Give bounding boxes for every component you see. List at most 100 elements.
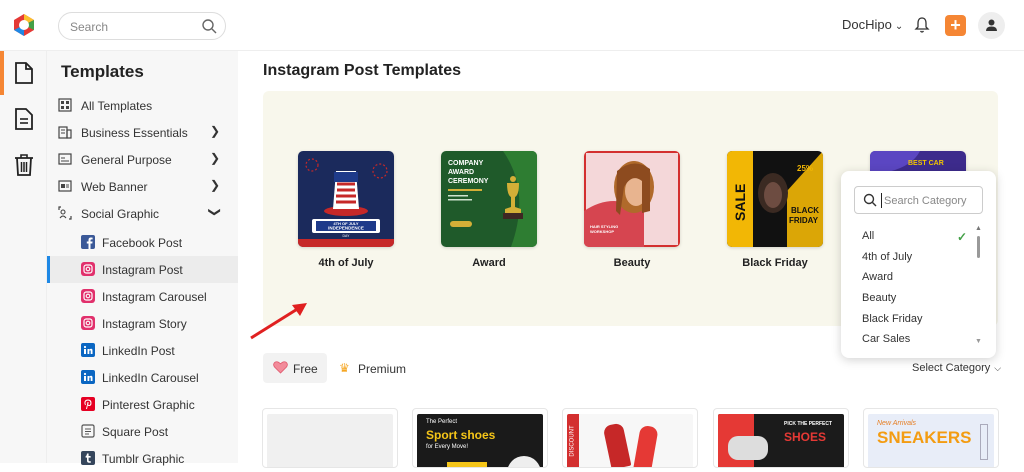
thumb-text: New Arrivals bbox=[877, 420, 917, 427]
rail-templates[interactable] bbox=[0, 51, 47, 95]
chevron-down-icon: ⌄ bbox=[894, 21, 904, 32]
category-label: Black Friday bbox=[742, 257, 808, 269]
page-title: Instagram Post Templates bbox=[263, 62, 461, 79]
category-card-4th-of-july[interactable]: 4TH OF JULY INDEPENDENCE DAY 4th of July bbox=[298, 151, 394, 269]
template-thumbnail bbox=[267, 414, 393, 467]
rail-documents[interactable] bbox=[0, 97, 47, 141]
tab-free-label: Free bbox=[293, 362, 318, 376]
tab-premium[interactable]: ♛ Premium bbox=[337, 353, 417, 383]
sidebar-item-tumblr-graphic[interactable]: Tumblr Graphic bbox=[47, 445, 238, 472]
sidebar-item-instagram-post[interactable]: Instagram Post bbox=[47, 256, 238, 283]
template-card[interactable]: DISCOUNT bbox=[562, 408, 698, 468]
user-icon bbox=[986, 19, 997, 31]
template-thumbnail: New Arrivals SNEAKERS bbox=[868, 414, 994, 467]
account-menu[interactable]: DocHipo ⌄ bbox=[842, 17, 903, 32]
linkedin-icon bbox=[81, 370, 95, 384]
search-input[interactable]: Search bbox=[70, 20, 108, 34]
sidebar-item-facebook-post[interactable]: Facebook Post bbox=[47, 229, 238, 256]
chevron-right-icon: ❯ bbox=[209, 151, 220, 165]
sidebar-item-instagram-story[interactable]: Instagram Story bbox=[47, 310, 238, 337]
sidebar-item-pinterest-graphic[interactable]: Pinterest Graphic bbox=[47, 391, 238, 418]
sidebar-item-general-purpose[interactable]: General Purpose ❯ bbox=[47, 146, 238, 173]
sidebar-item-web-banner[interactable]: Web Banner ❯ bbox=[47, 173, 238, 200]
instagram-icon bbox=[81, 316, 95, 330]
templates-sidebar: Templates All Templates Business Essenti… bbox=[47, 51, 238, 466]
rail-trash[interactable] bbox=[0, 143, 47, 187]
red-arrow-annotation bbox=[250, 303, 307, 340]
select-category-label: Select Category bbox=[912, 362, 991, 374]
category-thumbnail: SALE 25% BLACK FRIDAY bbox=[727, 151, 823, 247]
thumb-text: The Perfect bbox=[426, 419, 458, 425]
thumb-text: for Every Move! bbox=[426, 444, 469, 450]
template-card[interactable]: PICK THE PERFECT SHOES bbox=[713, 408, 849, 468]
thumb-text: INDEPENDENCE bbox=[328, 226, 364, 231]
chevron-down-icon: ❯ bbox=[207, 206, 222, 218]
category-option-4th-of-july[interactable]: 4th of July bbox=[862, 251, 912, 263]
sidebar-item-all-templates[interactable]: All Templates bbox=[47, 92, 238, 119]
category-thumbnail: COMPANY AWARD CEREMONY bbox=[441, 151, 537, 247]
sidebar-item-square-post[interactable]: Square Post bbox=[47, 418, 238, 445]
instagram-icon bbox=[81, 262, 95, 276]
category-option-beauty[interactable]: Beauty bbox=[862, 292, 896, 304]
thumb-text: AWARD bbox=[448, 169, 474, 176]
thumb-text: DAY bbox=[343, 234, 351, 238]
sidebar-item-social-graphic[interactable]: Social Graphic ❯ bbox=[47, 200, 238, 227]
square-post-icon bbox=[81, 424, 95, 438]
dochipo-logo[interactable] bbox=[12, 13, 36, 37]
trash-icon bbox=[15, 154, 33, 176]
user-avatar-button[interactable] bbox=[978, 12, 1005, 39]
category-option-car-sales[interactable]: Car Sales bbox=[862, 333, 910, 345]
layout-icon bbox=[58, 153, 72, 165]
thumb-text: WORKSHOP bbox=[590, 229, 614, 234]
sidebar-item-linkedin-post[interactable]: LinkedIn Post bbox=[47, 337, 238, 364]
sidebar-item-linkedin-carousel[interactable]: LinkedIn Carousel bbox=[47, 364, 238, 391]
grid-icon bbox=[58, 98, 72, 112]
text-cursor bbox=[881, 193, 882, 208]
template-thumbnail: The Perfect Sport shoes for Every Move! bbox=[417, 414, 543, 467]
sidebar-item-instagram-carousel[interactable]: Instagram Carousel bbox=[47, 283, 238, 310]
tab-premium-label: Premium bbox=[358, 362, 407, 376]
tab-free[interactable]: Free bbox=[263, 353, 327, 383]
top-bar: Search DocHipo ⌄ + bbox=[0, 0, 1024, 51]
category-option-award[interactable]: Award bbox=[862, 271, 893, 283]
banner-icon bbox=[58, 180, 72, 192]
category-search-input[interactable]: Search Category bbox=[884, 195, 967, 207]
template-card[interactable]: New Arrivals SNEAKERS bbox=[863, 408, 999, 468]
category-option-black-friday[interactable]: Black Friday bbox=[862, 313, 923, 325]
account-name: DocHipo bbox=[842, 17, 892, 32]
crown-icon: ♛ bbox=[339, 361, 350, 375]
file-icon bbox=[15, 62, 33, 84]
thumb-text: COMPANY bbox=[448, 160, 484, 167]
category-card-black-friday[interactable]: SALE 25% BLACK FRIDAY Black Friday bbox=[727, 151, 823, 269]
create-button[interactable]: + bbox=[945, 15, 966, 36]
category-search-box[interactable]: Search Category bbox=[854, 186, 983, 214]
july-4th-artwork: 4TH OF JULY INDEPENDENCE DAY bbox=[298, 151, 394, 247]
scrollbar-thumb[interactable] bbox=[977, 236, 980, 258]
scroll-up-icon[interactable]: ▲ bbox=[975, 225, 982, 232]
template-card[interactable]: The Perfect Sport shoes for Every Move! bbox=[412, 408, 548, 468]
template-thumbnail: DISCOUNT bbox=[567, 414, 693, 467]
category-card-award[interactable]: COMPANY AWARD CEREMONY Award bbox=[441, 151, 537, 269]
search-icon[interactable] bbox=[201, 18, 217, 34]
category-dropdown: Search Category All ✓ 4th of July Award … bbox=[841, 171, 996, 358]
scroll-down-icon[interactable]: ▼ bbox=[975, 338, 982, 345]
instagram-icon bbox=[81, 289, 95, 303]
search-box[interactable]: Search bbox=[58, 12, 226, 40]
thumb-text: SHOES bbox=[784, 430, 827, 444]
category-thumbnail: 4TH OF JULY INDEPENDENCE DAY bbox=[298, 151, 394, 247]
template-card[interactable] bbox=[262, 408, 398, 468]
search-icon bbox=[863, 193, 877, 207]
dropdown-scrollbar[interactable]: ▲ ▼ bbox=[975, 225, 982, 346]
category-label: Award bbox=[472, 257, 506, 269]
thumb-text: PICK THE PERFECT bbox=[784, 421, 833, 427]
category-label: Beauty bbox=[613, 257, 651, 269]
bell-icon[interactable] bbox=[914, 16, 930, 34]
thumb-text: CEREMONY bbox=[448, 178, 489, 185]
category-card-beauty[interactable]: HAIR STYLING WORKSHOP Beauty bbox=[584, 151, 680, 269]
thumb-text: SNEAKERS bbox=[877, 428, 972, 447]
chevron-down-icon: ⌵ bbox=[994, 363, 1002, 373]
category-option-all[interactable]: All bbox=[862, 230, 874, 242]
select-category-dropdown[interactable]: Select Category ⌵ bbox=[912, 362, 1001, 374]
sidebar-title: Templates bbox=[61, 62, 144, 81]
sidebar-item-business-essentials[interactable]: Business Essentials ❯ bbox=[47, 119, 238, 146]
